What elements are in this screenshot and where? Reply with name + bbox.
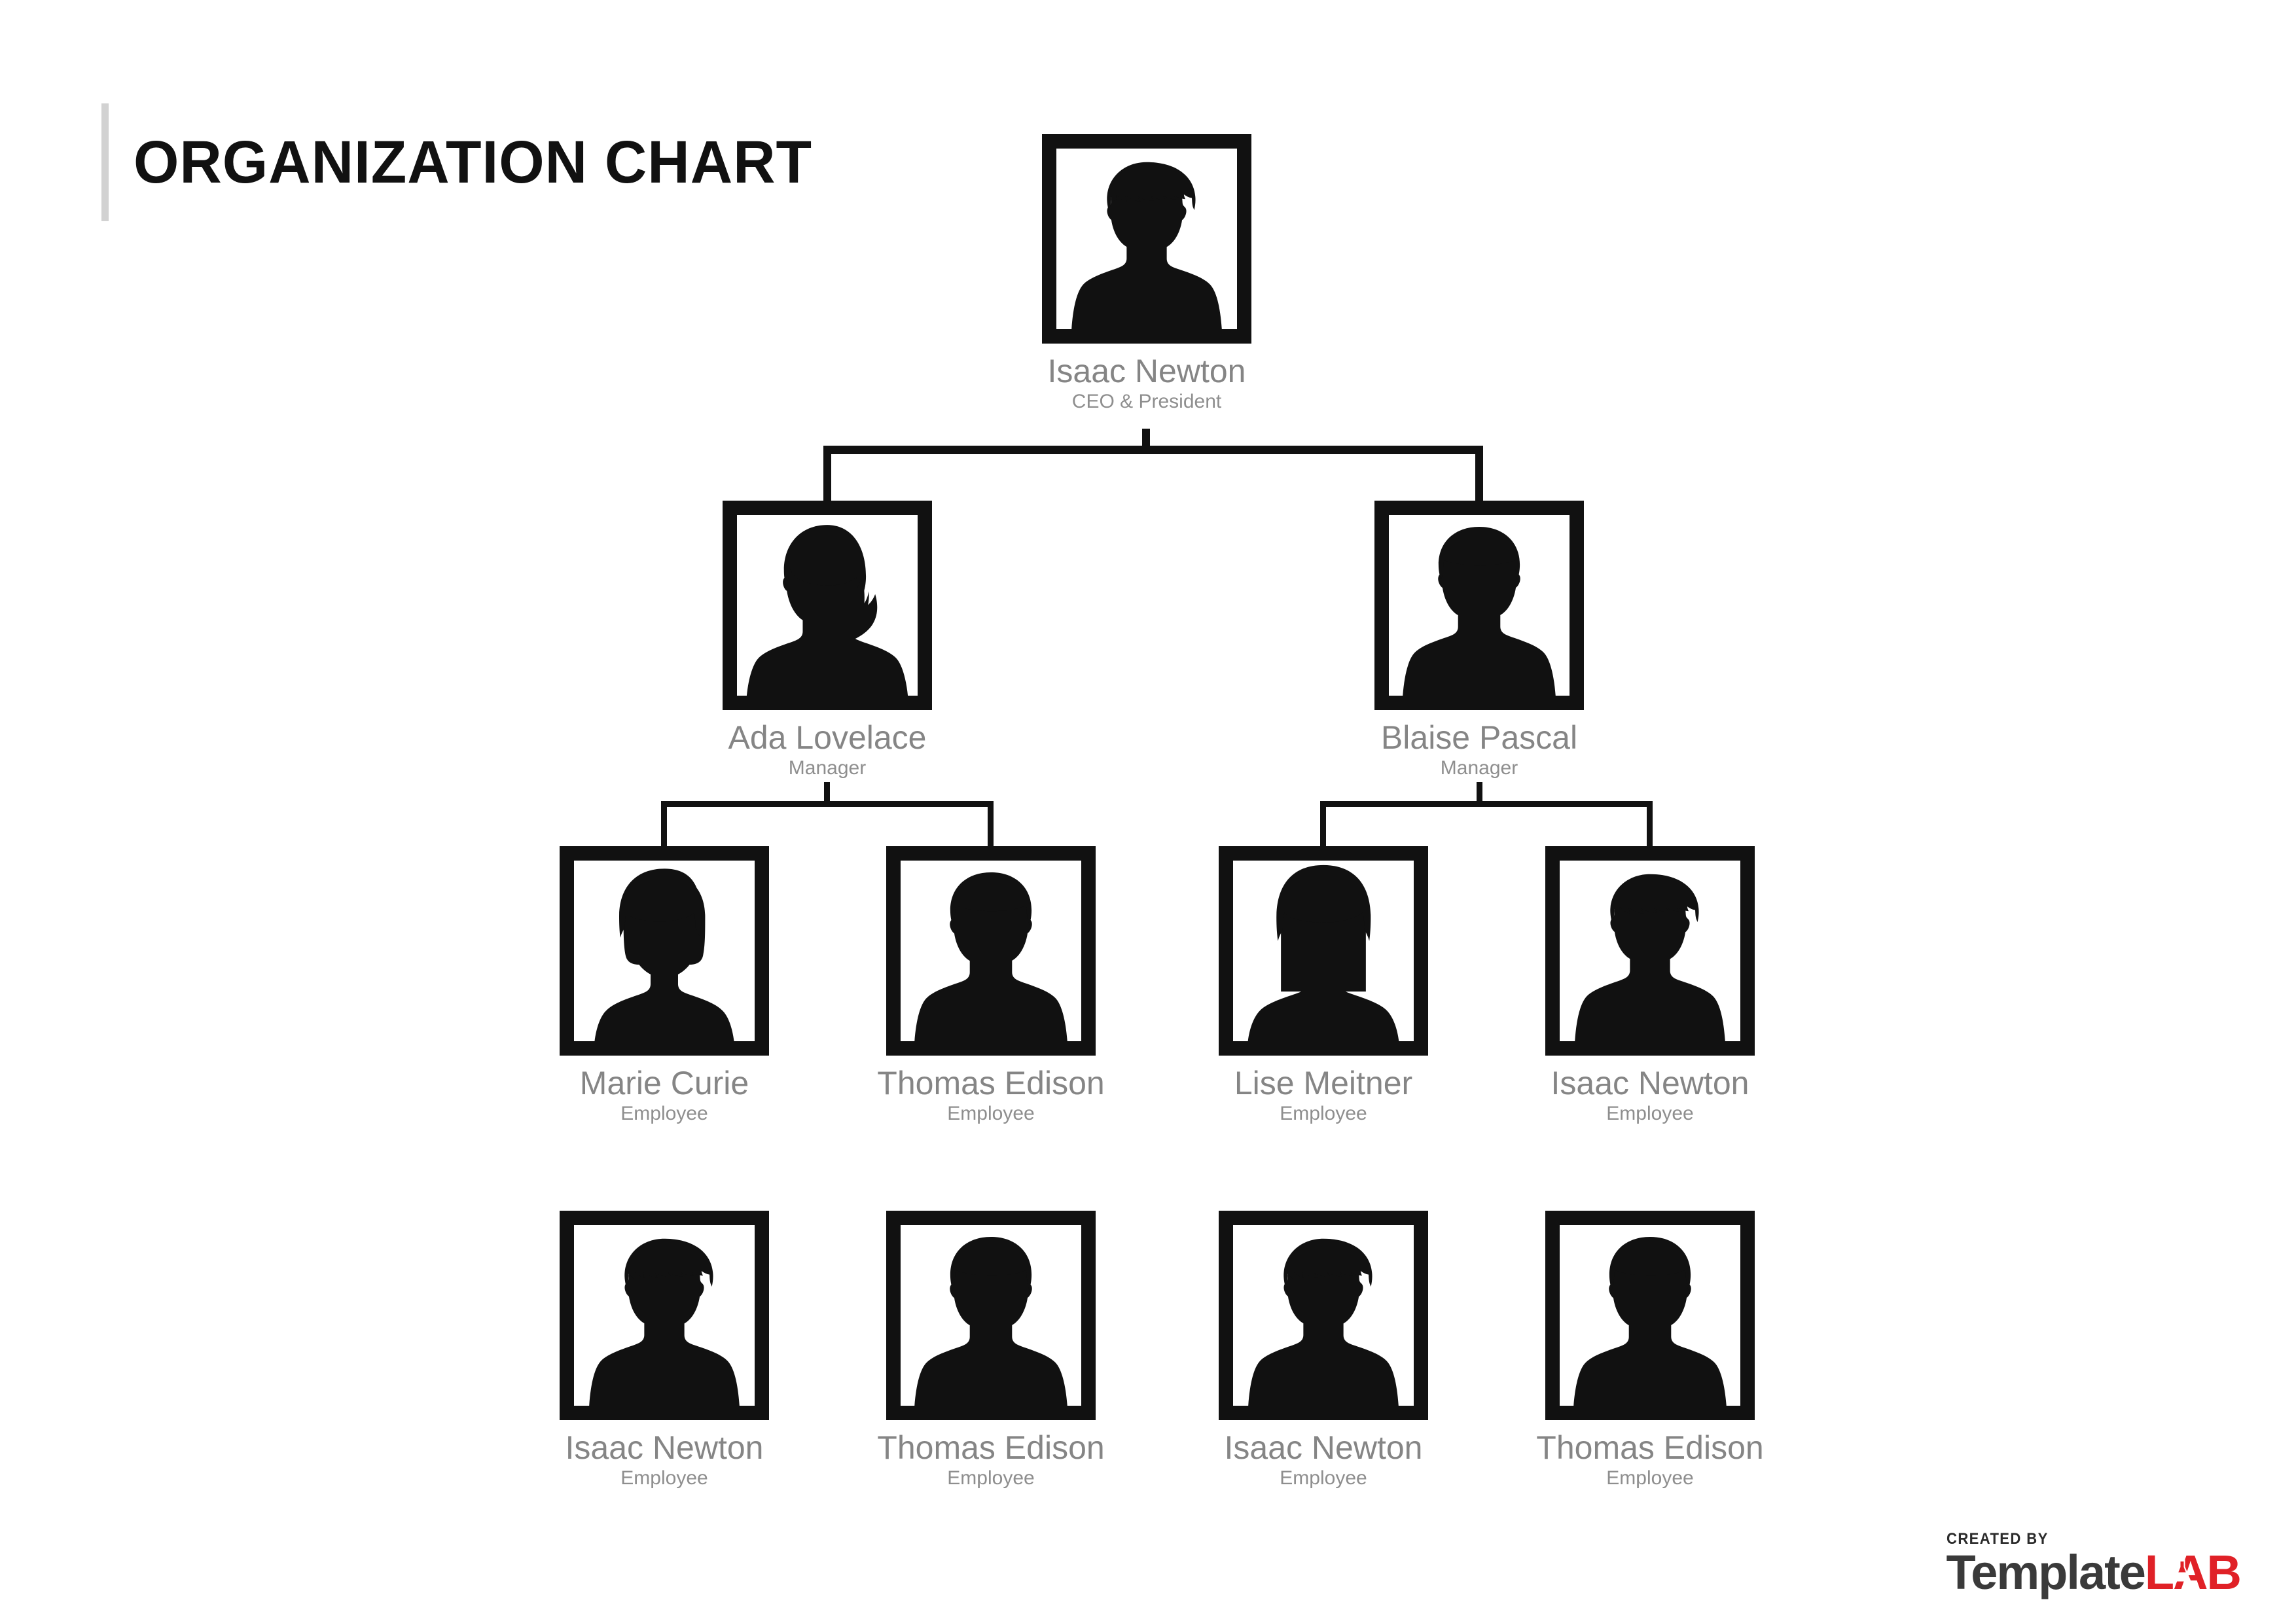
connector-drop-thomas-1 xyxy=(988,801,994,848)
connector-blaise-horizontal xyxy=(1320,801,1653,807)
person-name: Isaac Newton xyxy=(1224,1429,1423,1466)
avatar-frame xyxy=(1219,1211,1428,1420)
person-role: Manager xyxy=(1440,757,1518,779)
person-role: Employee xyxy=(620,1467,708,1489)
org-node-employee-isaac-3[interactable]: Isaac Newton Employee xyxy=(514,1211,815,1488)
male-short-hair-avatar-icon xyxy=(1560,1225,1740,1406)
connector-drop-blaise xyxy=(1475,446,1483,502)
person-role: Employee xyxy=(620,1102,708,1124)
person-role: Manager xyxy=(788,757,867,779)
person-role: Employee xyxy=(1606,1467,1694,1489)
connector-ceo-horizontal xyxy=(823,446,1483,454)
person-name: Thomas Edison xyxy=(877,1065,1105,1101)
connector-drop-marie xyxy=(661,801,667,848)
person-name: Thomas Edison xyxy=(877,1429,1105,1466)
female-ponytail-avatar-icon xyxy=(737,515,918,696)
connector-drop-lise xyxy=(1320,801,1326,848)
person-role: Employee xyxy=(947,1102,1035,1124)
avatar-frame xyxy=(886,1211,1096,1420)
person-role: Employee xyxy=(1280,1467,1367,1489)
avatar-frame xyxy=(886,846,1096,1056)
person-role: CEO & President xyxy=(1071,390,1222,412)
person-name: Marie Curie xyxy=(579,1065,749,1101)
org-node-employee-thomas-2[interactable]: Thomas Edison Employee xyxy=(840,1211,1141,1488)
male-curly-hair-avatar-icon xyxy=(1056,149,1237,329)
org-node-manager-ada[interactable]: Ada Lovelace Manager xyxy=(677,501,978,778)
male-curly-hair-avatar-icon xyxy=(574,1225,755,1406)
female-long-hair-avatar-icon xyxy=(1233,861,1414,1041)
male-short-hair-avatar-icon xyxy=(901,1225,1081,1406)
logo-template-text: Template xyxy=(1946,1545,2146,1599)
org-node-employee-isaac-2[interactable]: Isaac Newton Employee xyxy=(1499,846,1801,1124)
male-short-hair-avatar-icon xyxy=(1389,515,1570,696)
person-name: Lise Meitner xyxy=(1234,1065,1413,1101)
connector-drop-ada xyxy=(823,446,831,502)
person-role: Employee xyxy=(1280,1102,1367,1124)
person-role: Employee xyxy=(1606,1102,1694,1124)
page-title-block: ORGANIZATION CHART xyxy=(101,103,833,221)
avatar-frame xyxy=(1374,501,1584,710)
male-curly-hair-avatar-icon xyxy=(1233,1225,1414,1406)
connector-ada-stem xyxy=(824,782,830,803)
person-name: Isaac Newton xyxy=(1047,353,1246,389)
logo-wordmark: Template LAB xyxy=(1946,1545,2242,1599)
avatar-frame xyxy=(723,501,932,710)
person-name: Isaac Newton xyxy=(1551,1065,1749,1101)
title-accent-rule xyxy=(101,103,109,221)
connector-drop-isaac-2 xyxy=(1647,801,1653,848)
female-bob-hair-avatar-icon xyxy=(574,861,755,1041)
person-name: Thomas Edison xyxy=(1536,1429,1764,1466)
page-title: ORGANIZATION CHART xyxy=(134,129,813,196)
org-node-ceo[interactable]: Isaac Newton CEO & President xyxy=(996,134,1297,412)
avatar-frame xyxy=(1545,1211,1755,1420)
avatar-frame xyxy=(560,846,769,1056)
org-node-employee-thomas-3[interactable]: Thomas Edison Employee xyxy=(1499,1211,1801,1488)
flask-icon xyxy=(2173,1560,2191,1582)
male-short-hair-avatar-icon xyxy=(901,861,1081,1041)
templatelab-logo[interactable]: CREATED BY Template LAB xyxy=(1946,1531,2242,1599)
person-name: Blaise Pascal xyxy=(1380,719,1578,756)
avatar-frame xyxy=(1545,846,1755,1056)
person-name: Ada Lovelace xyxy=(728,719,927,756)
connector-blaise-stem xyxy=(1477,782,1482,803)
org-node-employee-marie[interactable]: Marie Curie Employee xyxy=(514,846,815,1124)
org-chart-page: ORGANIZATION CHART Isaac Newton CEO & Pr… xyxy=(0,0,2296,1623)
avatar-frame xyxy=(1219,846,1428,1056)
org-node-employee-isaac-4[interactable]: Isaac Newton Employee xyxy=(1173,1211,1474,1488)
org-node-employee-lise[interactable]: Lise Meitner Employee xyxy=(1173,846,1474,1124)
avatar-frame xyxy=(560,1211,769,1420)
org-node-manager-blaise[interactable]: Blaise Pascal Manager xyxy=(1329,501,1630,778)
org-node-employee-thomas-1[interactable]: Thomas Edison Employee xyxy=(840,846,1141,1124)
person-role: Employee xyxy=(947,1467,1035,1489)
logo-lab-text: LAB xyxy=(2145,1548,2242,1597)
person-name: Isaac Newton xyxy=(565,1429,764,1466)
male-curly-hair-avatar-icon xyxy=(1560,861,1740,1041)
connector-ada-horizontal xyxy=(661,801,994,807)
avatar-frame xyxy=(1042,134,1251,344)
